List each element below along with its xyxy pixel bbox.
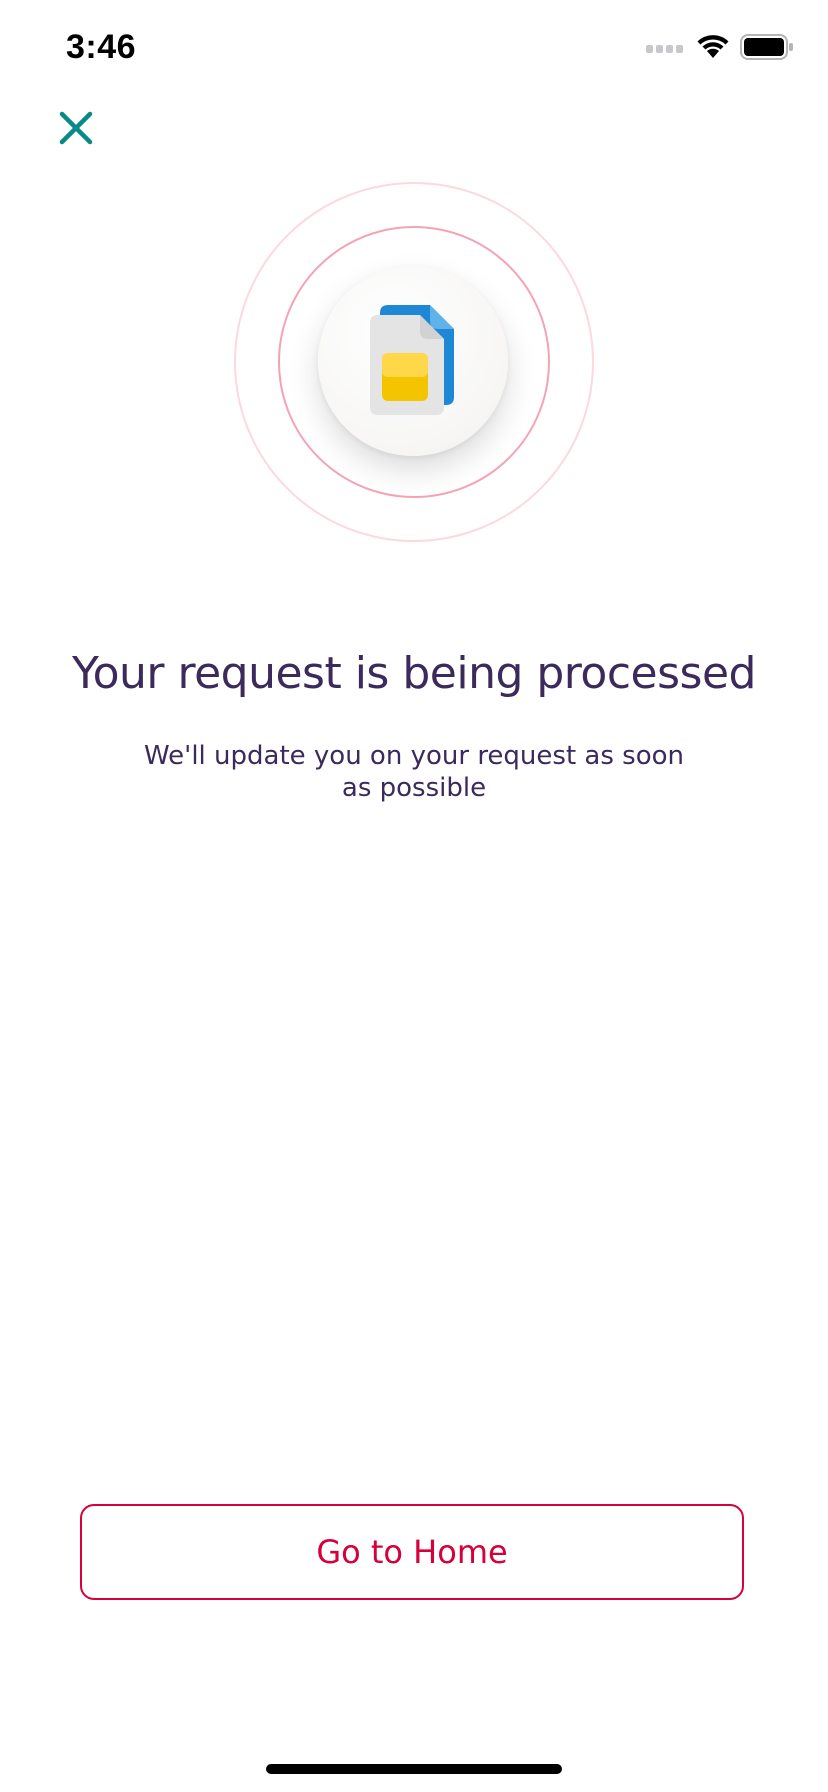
home-indicator bbox=[266, 1764, 562, 1774]
status-bar: 3:46 bbox=[0, 0, 828, 100]
wifi-icon bbox=[696, 34, 730, 65]
battery-icon bbox=[740, 33, 794, 65]
cellular-signal-icon bbox=[646, 40, 686, 59]
go-to-home-button[interactable]: Go to Home bbox=[80, 1504, 744, 1600]
page-subtitle: We'll update you on your request as soon… bbox=[143, 741, 684, 803]
page-title: Your request is being processed bbox=[72, 648, 756, 699]
icon-disc bbox=[318, 266, 508, 456]
close-icon bbox=[56, 108, 96, 153]
hero-illustration bbox=[234, 182, 594, 542]
status-time: 3:46 bbox=[66, 28, 137, 66]
close-button[interactable] bbox=[50, 104, 102, 156]
sim-card-icon bbox=[368, 301, 458, 422]
status-icons bbox=[646, 33, 794, 65]
